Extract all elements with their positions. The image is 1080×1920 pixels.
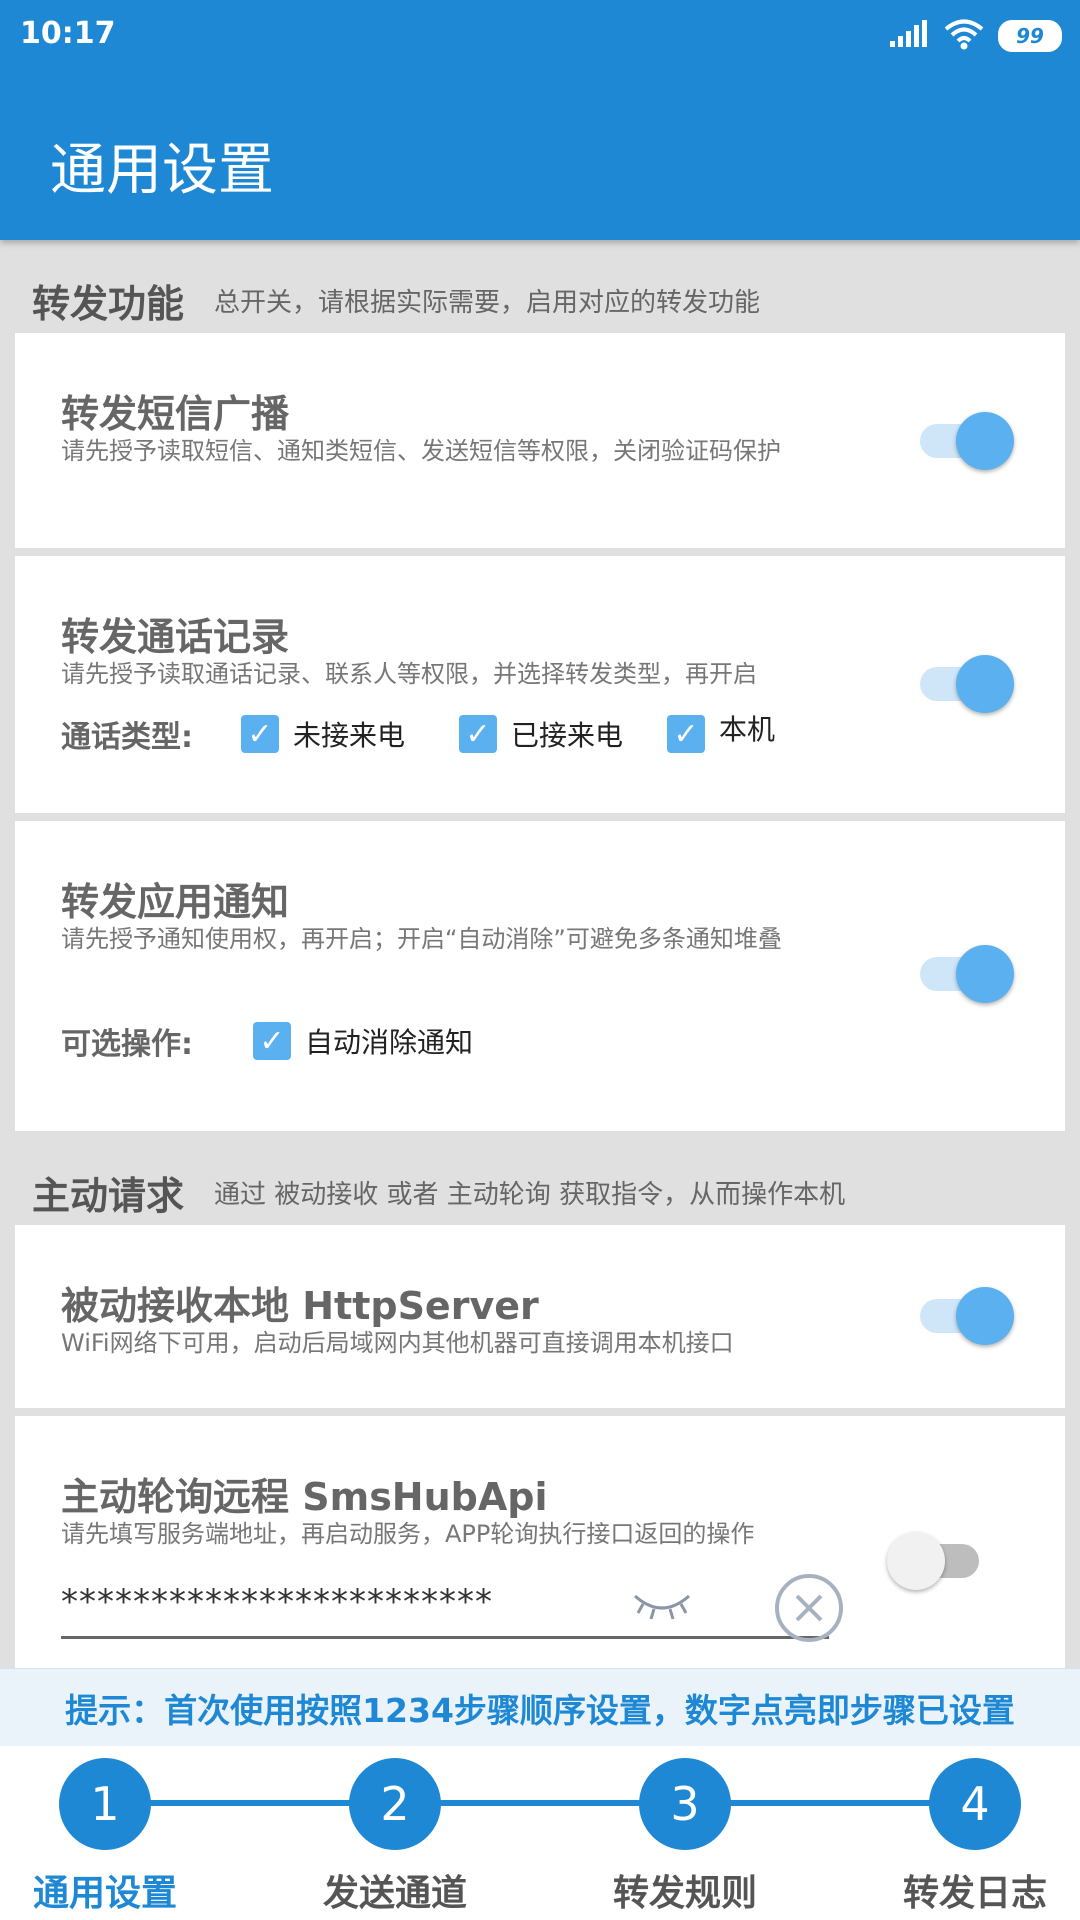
battery-icon: 99 bbox=[998, 20, 1062, 52]
step-connector bbox=[100, 1800, 980, 1806]
checkbox-outgoing-call[interactable]: ✓ 本机去电 bbox=[667, 713, 779, 753]
status-time: 10:17 bbox=[20, 16, 116, 51]
card-desc: 请先填写服务端地址，再启动服务，APP轮询执行接口返回的操作 bbox=[61, 1520, 755, 1548]
battery-level: 99 bbox=[1016, 24, 1044, 48]
step-general-settings[interactable]: 1 通用设置 bbox=[0, 1758, 225, 1916]
app-notify-forward-toggle[interactable] bbox=[912, 943, 1014, 1003]
checkbox-auto-cancel[interactable]: ✓ 自动消除通知 bbox=[253, 1021, 473, 1061]
card-sms-broadcast: 转发短信广播 请先授予读取短信、通知类短信、发送短信等权限，关闭验证码保护 bbox=[15, 333, 1065, 548]
hint-bar: 提示：首次使用按照1234步骤顺序设置，数字点亮即步骤已设置 bbox=[0, 1668, 1080, 1748]
checkbox-label: 未接来电 bbox=[293, 719, 406, 752]
section-title: 转发功能 bbox=[32, 281, 185, 326]
card-call-log: 转发通话记录 请先授予读取通话记录、联系人等权限，并选择转发类型，再开启 通话类… bbox=[15, 556, 1065, 813]
step-number: 1 bbox=[59, 1758, 151, 1850]
checkbox-label: 自动消除通知 bbox=[305, 1026, 474, 1059]
server-address-value[interactable]: ************************ bbox=[61, 1582, 493, 1622]
call-log-forward-toggle[interactable] bbox=[912, 653, 1014, 713]
optional-action-label: 可选操作: bbox=[61, 1027, 193, 1062]
card-desc: 请先授予通知使用权，再开启；开启“自动消除”可避免多条通知堆叠 bbox=[61, 925, 782, 953]
server-address-field[interactable]: ************************ bbox=[61, 1574, 843, 1642]
status-icons: 99 bbox=[888, 18, 1062, 54]
card-desc: 请先授予读取短信、通知类短信、发送短信等权限，关闭验证码保护 bbox=[61, 437, 781, 465]
card-desc: WiFi网络下可用，启动后局域网内其他机器可直接调用本机接口 bbox=[61, 1329, 734, 1357]
step-label: 通用设置 bbox=[32, 1873, 177, 1914]
step-label: 转发规则 bbox=[612, 1873, 757, 1914]
checkbox-label: 已接来电 bbox=[511, 719, 624, 752]
checkbox-icon: ✓ bbox=[241, 715, 279, 753]
section-title: 主动请求 bbox=[32, 1173, 185, 1218]
page-title: 通用设置 bbox=[50, 138, 274, 203]
step-label: 发送通道 bbox=[322, 1873, 467, 1914]
section-desc: 总开关，请根据实际需要，启用对应的转发功能 bbox=[214, 287, 761, 318]
card-title: 转发通话记录 bbox=[61, 615, 290, 659]
smshub-api-toggle[interactable] bbox=[887, 1530, 987, 1590]
checkbox-received-call[interactable]: ✓ 已接来电 bbox=[459, 714, 667, 754]
section-header-forward: 转发功能 总开关，请根据实际需要，启用对应的转发功能 bbox=[0, 261, 1080, 339]
step-number: 3 bbox=[639, 1758, 731, 1850]
checkbox-label: 本机去电 bbox=[719, 713, 776, 746]
app-bar: 10:17 99 通用设置 bbox=[0, 0, 1080, 240]
step-forward-rules[interactable]: 3 转发规则 bbox=[565, 1758, 805, 1916]
card-smshub-api: 主动轮询远程 SmsHubApi 请先填写服务端地址，再启动服务，APP轮询执行… bbox=[15, 1416, 1065, 1668]
step-navigation: 1 通用设置 2 发送通道 3 转发规则 4 转发日志 bbox=[0, 1746, 1080, 1920]
card-title: 转发短信广播 bbox=[61, 392, 290, 436]
checkbox-missed-call[interactable]: ✓ 未接来电 bbox=[241, 714, 459, 754]
clear-icon[interactable] bbox=[773, 1572, 845, 1648]
step-send-channel[interactable]: 2 发送通道 bbox=[275, 1758, 515, 1916]
step-number: 2 bbox=[349, 1758, 441, 1850]
step-label: 转发日志 bbox=[902, 1873, 1047, 1914]
eye-closed-icon[interactable] bbox=[631, 1590, 693, 1628]
section-desc: 通过 被动接收 或者 主动轮询 获取指令，从而操作本机 bbox=[214, 1179, 846, 1210]
signal-icon bbox=[888, 19, 930, 53]
card-desc: 请先授予读取通话记录、联系人等权限，并选择转发类型，再开启 bbox=[61, 660, 757, 688]
call-type-row: 通话类型: ✓ 未接来电 ✓ 已接来电 ✓ 本机去电 bbox=[61, 712, 779, 756]
card-http-server: 被动接收本地 HttpServer WiFi网络下可用，启动后局域网内其他机器可… bbox=[15, 1225, 1065, 1408]
call-type-label: 通话类型: bbox=[61, 720, 193, 755]
optional-action-row: 可选操作: ✓ 自动消除通知 bbox=[61, 1019, 473, 1063]
section-header-active-request: 主动请求 通过 被动接收 或者 主动轮询 获取指令，从而操作本机 bbox=[0, 1153, 1080, 1231]
checkbox-icon: ✓ bbox=[459, 715, 497, 753]
http-server-toggle[interactable] bbox=[912, 1285, 1014, 1345]
step-number: 4 bbox=[929, 1758, 1021, 1850]
card-title: 被动接收本地 HttpServer bbox=[61, 1284, 539, 1328]
wifi-icon bbox=[944, 18, 984, 54]
card-title: 转发应用通知 bbox=[61, 880, 290, 924]
checkbox-icon: ✓ bbox=[667, 715, 705, 753]
sms-forward-toggle[interactable] bbox=[912, 410, 1014, 470]
card-app-notification: 转发应用通知 请先授予通知使用权，再开启；开启“自动消除”可避免多条通知堆叠 可… bbox=[15, 821, 1065, 1131]
checkbox-icon: ✓ bbox=[253, 1022, 291, 1060]
step-forward-logs[interactable]: 4 转发日志 bbox=[855, 1758, 1080, 1916]
card-title: 主动轮询远程 SmsHubApi bbox=[61, 1475, 548, 1519]
